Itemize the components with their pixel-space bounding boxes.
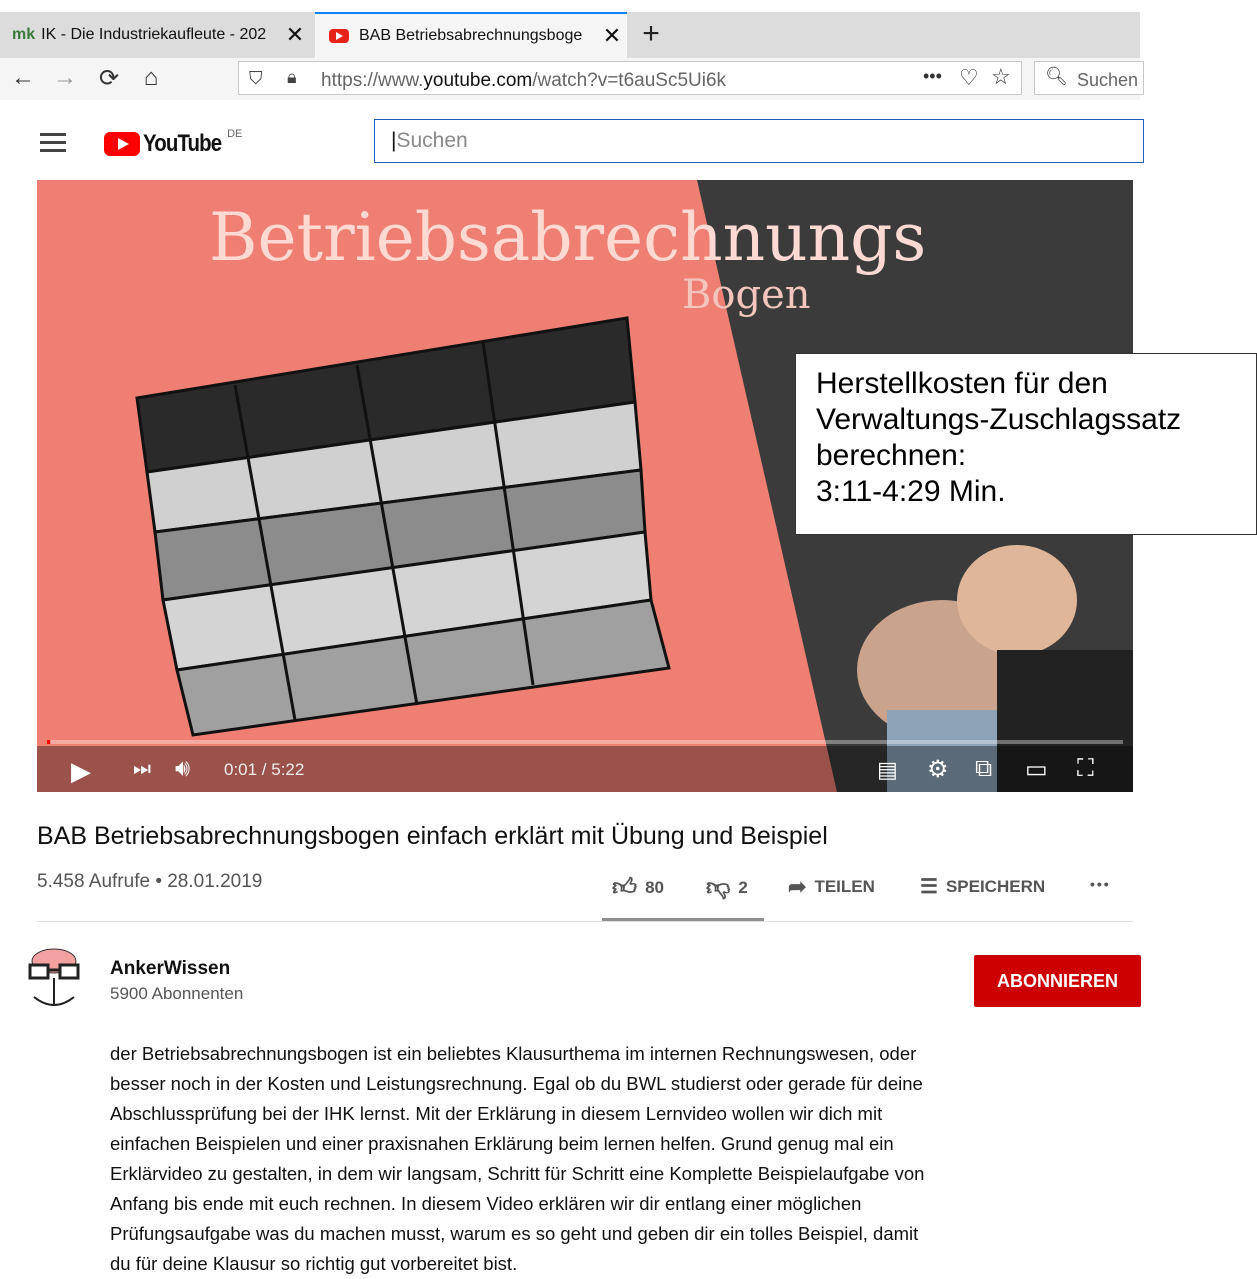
- back-arrow-icon[interactable]: ←: [8, 64, 38, 92]
- video-description: der Betriebsabrechnungsbogen ist ein bel…: [110, 1039, 1010, 1279]
- youtube-logo[interactable]: YouTube DE: [104, 128, 243, 158]
- progress-track: [47, 740, 1123, 744]
- subscriber-count: 5900 Abonnenten: [110, 984, 244, 1003]
- hamburger-menu-icon[interactable]: [40, 133, 66, 152]
- pocket-icon[interactable]: ♡: [959, 65, 979, 91]
- close-tab-icon[interactable]: ✕: [597, 23, 627, 49]
- search-placeholder: Suchen: [396, 129, 468, 152]
- share-arrow-icon: ➦: [788, 874, 807, 899]
- channel-avatar[interactable]: [26, 947, 82, 1011]
- forward-arrow-icon[interactable]: →: [50, 64, 80, 92]
- dislike-count: 2: [738, 878, 748, 897]
- channel-name[interactable]: AnkerWissen: [110, 958, 230, 980]
- close-tab-icon[interactable]: ✕: [280, 22, 310, 48]
- browser-search-bar[interactable]: 🔍︎ Suchen: [1034, 61, 1144, 95]
- share-button[interactable]: ➦ TEILEN: [788, 874, 875, 900]
- annotation-line: Verwaltungs-Zuschlagssatz: [816, 403, 1182, 436]
- tab-title: BAB Betriebsabrechnungsboge: [359, 27, 583, 44]
- browser-tab-ik[interactable]: mk IK - Die Industriekaufleute - 202 ✕: [0, 12, 310, 58]
- address-bar[interactable]: ⛉ 🔒︎ https://www.youtube.com/watch?v=t6a…: [238, 61, 1022, 95]
- video-meta: 5.458 Aufrufe • 28.01.2019: [37, 871, 263, 892]
- annotation-box: Herstellkosten für den Verwaltungs-Zusch…: [795, 353, 1257, 535]
- subscribe-button[interactable]: ABONNIEREN: [974, 955, 1141, 1007]
- description-line: Prüfungsaufgabe was du machen musst, war…: [110, 1223, 919, 1244]
- more-actions-button[interactable]: •••: [1090, 876, 1111, 892]
- dislike-button[interactable]: 👎︎ 2: [706, 874, 748, 902]
- anker-logo-icon: [28, 948, 80, 1006]
- annotation-line: Herstellkosten für den: [816, 367, 1108, 400]
- browser-nav-bar: ← → ⟳ ⌂ ⛉ 🔒︎ https://www.youtube.com/wat…: [0, 58, 1144, 101]
- new-tab-icon[interactable]: +: [636, 12, 666, 58]
- mk-favicon-icon: mk: [12, 26, 36, 43]
- home-icon[interactable]: ⌂: [136, 64, 166, 92]
- divider: [37, 921, 1133, 922]
- save-button[interactable]: ☰ SPEICHERN: [920, 874, 1045, 899]
- browser-tab-youtube[interactable]: BAB Betriebsabrechnungsboge ✕: [315, 12, 627, 58]
- description-line: du für deine Klausur so richtig gut vorb…: [110, 1253, 518, 1274]
- youtube-logo-text: YouTube: [143, 130, 222, 157]
- time-display: 0:01 / 5:22: [224, 760, 305, 779]
- browser-tab-bar: mk IK - Die Industriekaufleute - 202 ✕ B…: [0, 12, 1140, 58]
- shield-icon[interactable]: ⛉: [249, 68, 263, 89]
- description-line: besser noch in der Kosten und Leistungsr…: [110, 1073, 923, 1094]
- thumbnail-subtitle: Bogen: [682, 272, 811, 318]
- youtube-search-input[interactable]: |Suchen: [374, 119, 1144, 163]
- fullscreen-icon[interactable]: ⛶: [1077, 755, 1094, 783]
- thumbs-up-icon: 👍︎: [612, 874, 638, 901]
- subtitles-icon[interactable]: ▤: [877, 757, 898, 783]
- next-icon[interactable]: ⏭: [133, 758, 151, 781]
- page-actions-icon[interactable]: •••: [923, 66, 942, 87]
- thumbs-down-icon: 👎︎: [706, 874, 731, 901]
- annotation-line: berechnen:: [816, 439, 967, 472]
- playlist-add-icon: ☰: [920, 876, 938, 898]
- theater-mode-icon[interactable]: ▭: [1025, 755, 1048, 784]
- url-text: https://www.youtube.com/watch?v=t6auSc5U…: [321, 70, 727, 91]
- play-icon[interactable]: ▶: [71, 756, 91, 787]
- reload-icon[interactable]: ⟳: [94, 64, 124, 93]
- description-line: der Betriebsabrechnungsbogen ist ein bel…: [110, 1043, 917, 1064]
- description-line: einfachen Beispielen und einer praxisnah…: [110, 1133, 894, 1154]
- miniplayer-icon[interactable]: ⧉: [975, 755, 992, 783]
- description-line: Erklärvideo zu gestalten, in dem wir lan…: [110, 1163, 925, 1184]
- region-label: DE: [227, 128, 243, 140]
- like-count: 80: [645, 878, 665, 897]
- video-title: BAB Betriebsabrechnungsbogen einfach erk…: [37, 822, 828, 850]
- youtube-favicon-icon: [329, 29, 349, 43]
- description-line: Anfang bis ende mit euch rechnen. In die…: [110, 1193, 862, 1214]
- bookmark-star-icon[interactable]: ☆: [991, 64, 1011, 90]
- progress-fill: [47, 740, 51, 744]
- search-add-icon: 🔍︎: [1045, 66, 1068, 86]
- settings-gear-icon[interactable]: ⚙: [927, 755, 949, 784]
- annotation-line: 3:11-4:29 Min.: [816, 475, 1006, 508]
- browser-search-placeholder: Suchen: [1077, 70, 1139, 90]
- description-line: Abschlussprüfung bei der IHK lernst. Mit…: [110, 1103, 883, 1124]
- like-button[interactable]: 👍︎ 80: [612, 874, 664, 902]
- volume-icon[interactable]: 🔊︎: [175, 755, 190, 783]
- save-label: SPEICHERN: [945, 876, 1046, 896]
- thumbnail-title: Betriebsabrechnungs: [209, 199, 926, 276]
- youtube-play-logo-icon: [104, 132, 140, 156]
- lock-icon[interactable]: 🔒︎: [287, 67, 297, 88]
- youtube-header: YouTube DE |Suchen: [0, 100, 1144, 180]
- share-label: TEILEN: [814, 877, 875, 896]
- tab-title: IK - Die Industriekaufleute - 202: [41, 26, 267, 43]
